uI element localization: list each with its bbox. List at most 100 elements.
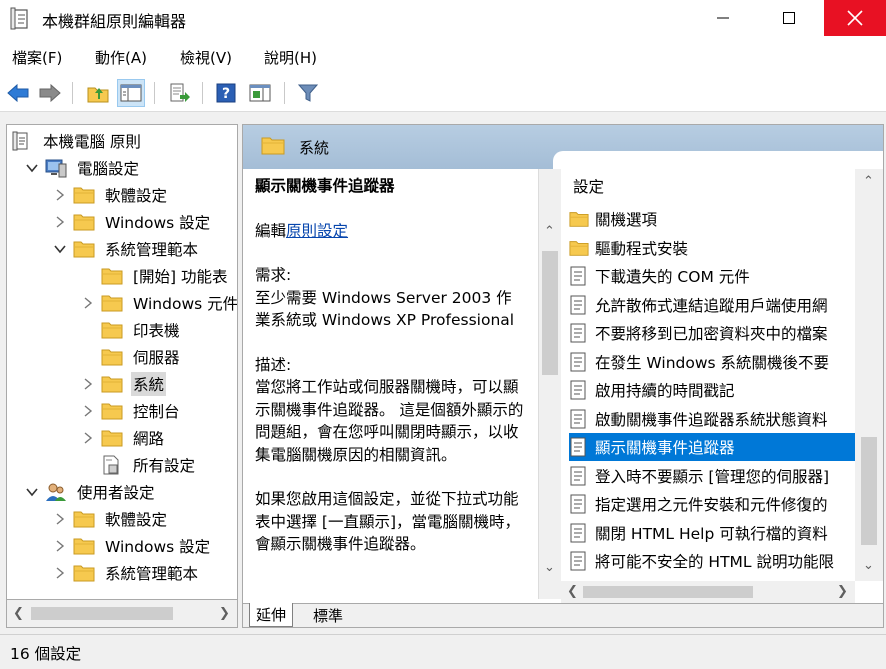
list-horizontal-scrollbar[interactable]: ❮ ❯ [561, 581, 855, 603]
setting-row[interactable]: 關閉 HTML Help 可執行檔的資料 [569, 519, 855, 547]
setting-row-label: 登入時不要顯示 [管理您的伺服器] [595, 467, 830, 486]
menu-action[interactable]: 動作(A) [95, 47, 147, 68]
collapse-arrow-icon[interactable] [51, 240, 69, 258]
setting-icon [569, 295, 589, 315]
back-button[interactable] [4, 79, 32, 107]
setting-row[interactable]: 關機選項 [569, 205, 855, 233]
tab-standard[interactable]: 標準 [307, 603, 349, 627]
tree-item[interactable]: 系統 [79, 370, 167, 397]
export-list-button[interactable] [166, 79, 194, 107]
setting-row[interactable]: 指定選用之元件安裝和元件修復的 [569, 490, 855, 518]
setting-row[interactable]: 啟動關機事件追蹤器系統狀態資料 [569, 405, 855, 433]
setting-row[interactable]: 下載遺失的 COM 元件 [569, 262, 855, 290]
scroll-down-icon[interactable]: ⌄ [544, 561, 555, 574]
scroll-right-icon[interactable]: ❯ [219, 607, 230, 620]
close-button[interactable] [824, 0, 886, 36]
tree-item[interactable]: [開始] 功能表 [79, 262, 230, 289]
tree-item[interactable]: Windows 設定 [51, 532, 212, 559]
setting-row[interactable]: 將可能不安全的 HTML 說明功能限 [569, 547, 855, 575]
tree-item[interactable]: 系統管理範本 [51, 235, 200, 262]
tree-item[interactable]: 軟體設定 [51, 181, 169, 208]
expand-arrow-icon[interactable] [51, 537, 69, 555]
tree-horizontal-scrollbar[interactable]: ❮ ❯ [6, 600, 238, 628]
scroll-left-icon[interactable]: ❮ [567, 585, 578, 598]
tree-item[interactable]: Windows 元件 [79, 289, 237, 316]
setting-row-label: 關機選項 [595, 211, 658, 229]
tree-item[interactable]: 控制台 [79, 397, 182, 424]
menu-help[interactable]: 說明(H) [264, 47, 317, 68]
collapse-arrow-icon[interactable] [23, 159, 41, 177]
collapse-arrow-icon[interactable] [23, 483, 41, 501]
description-vertical-scrollbar[interactable]: ⌃ ⌄ [539, 169, 561, 599]
setting-row[interactable]: 顯示關機事件追蹤器 [569, 433, 855, 461]
show-hide-tree-button[interactable] [117, 79, 145, 107]
minimize-button[interactable] [700, 0, 746, 36]
tree-item[interactable]: 印表機 [79, 316, 182, 343]
filter-button[interactable] [294, 79, 322, 107]
tree-item[interactable]: 所有設定 [79, 451, 197, 478]
scroll-up-icon[interactable]: ⌃ [544, 225, 555, 238]
forward-button[interactable] [36, 79, 64, 107]
setting-row[interactable]: 登入時不要顯示 [管理您的伺服器] [569, 462, 855, 490]
up-folder-icon [87, 87, 109, 103]
setting-row[interactable]: 在發生 Windows 系統關機後不要 [569, 348, 855, 376]
requirements-text: 至少需要 Windows Server 2003 作業系統或 Windows X… [255, 288, 515, 330]
setting-row-label: 啟動關機事件追蹤器系統狀態資料 [595, 410, 828, 429]
tree-item[interactable]: 本機電腦 原則 [11, 127, 143, 154]
tree-item[interactable]: 使用者設定 [23, 478, 157, 505]
tab-extended[interactable]: 延伸 [249, 603, 294, 627]
menu-file[interactable]: 檔案(F) [12, 47, 62, 68]
setting-icon [569, 323, 589, 343]
edit-line: 編輯原則設定 [255, 220, 525, 243]
folder-icon [73, 536, 97, 556]
expand-arrow-icon[interactable] [51, 564, 69, 582]
requirements-label: 需求: [255, 266, 292, 284]
expand-arrow-icon[interactable] [51, 510, 69, 528]
tree-item[interactable]: 軟體設定 [51, 505, 169, 532]
expand-arrow-icon[interactable] [79, 375, 97, 393]
maximize-button[interactable] [766, 0, 812, 36]
scroll-left-icon[interactable]: ❮ [13, 607, 24, 620]
expand-arrow-icon[interactable] [79, 429, 97, 447]
help-icon: ? [216, 83, 236, 103]
setting-row[interactable]: 允許散佈式連結追蹤用戶端使用網 [569, 291, 855, 319]
tree-item[interactable]: 伺服器 [79, 343, 182, 370]
tree-item[interactable]: 網路 [79, 424, 166, 451]
expand-arrow-icon[interactable] [79, 402, 97, 420]
up-folder-button[interactable] [84, 79, 112, 107]
tree-item-label: 所有設定 [133, 456, 196, 475]
tree-item[interactable]: 系統管理範本 [51, 559, 200, 586]
setting-row-label: 在發生 Windows 系統關機後不要 [595, 353, 830, 372]
setting-row[interactable]: 啟用持續的時間戳記 [569, 376, 855, 404]
scroll-thumb[interactable] [542, 251, 558, 375]
scroll-up-icon[interactable]: ⌃ [863, 175, 874, 188]
setting-row[interactable]: 驅動程式安裝 [569, 234, 855, 262]
scroll-thumb[interactable] [583, 586, 753, 598]
setting-row[interactable]: 不要將移到已加密資料夾中的檔案 [569, 319, 855, 347]
folder-icon [101, 428, 125, 448]
scroll-thumb[interactable] [861, 437, 877, 545]
description-text-2: 如果您啟用這個設定，並從下拉式功能表中選擇 [一直顯示]，當電腦關機時，會顯示關… [255, 490, 521, 553]
setting-icon [569, 466, 589, 486]
setting-row-label: 將可能不安全的 HTML 說明功能限 [595, 553, 834, 571]
tree-item[interactable]: Windows 設定 [51, 208, 212, 235]
edit-policy-link[interactable]: 原則設定 [286, 222, 348, 240]
scroll-right-icon[interactable]: ❯ [837, 585, 848, 598]
help-button[interactable]: ? [212, 79, 240, 107]
folder-icon [101, 347, 125, 367]
expand-arrow-icon[interactable] [51, 213, 69, 231]
category-title: 系統 [299, 139, 330, 157]
scroll-down-icon[interactable]: ⌄ [863, 559, 874, 572]
menu-view[interactable]: 檢視(V) [180, 47, 232, 68]
description-label: 描述: [255, 355, 292, 374]
expand-arrow-icon[interactable] [79, 294, 97, 312]
column-header-setting[interactable]: 設定 [573, 175, 604, 197]
show-hide-tree-icon [120, 84, 142, 102]
scroll-thumb[interactable] [31, 607, 173, 620]
list-vertical-scrollbar[interactable]: ⌃ ⌄ [855, 169, 883, 581]
expand-arrow-icon[interactable] [51, 186, 69, 204]
tree-item[interactable]: 電腦設定 [23, 154, 141, 181]
extended-view-button[interactable] [246, 79, 274, 107]
setting-icon [569, 437, 589, 457]
